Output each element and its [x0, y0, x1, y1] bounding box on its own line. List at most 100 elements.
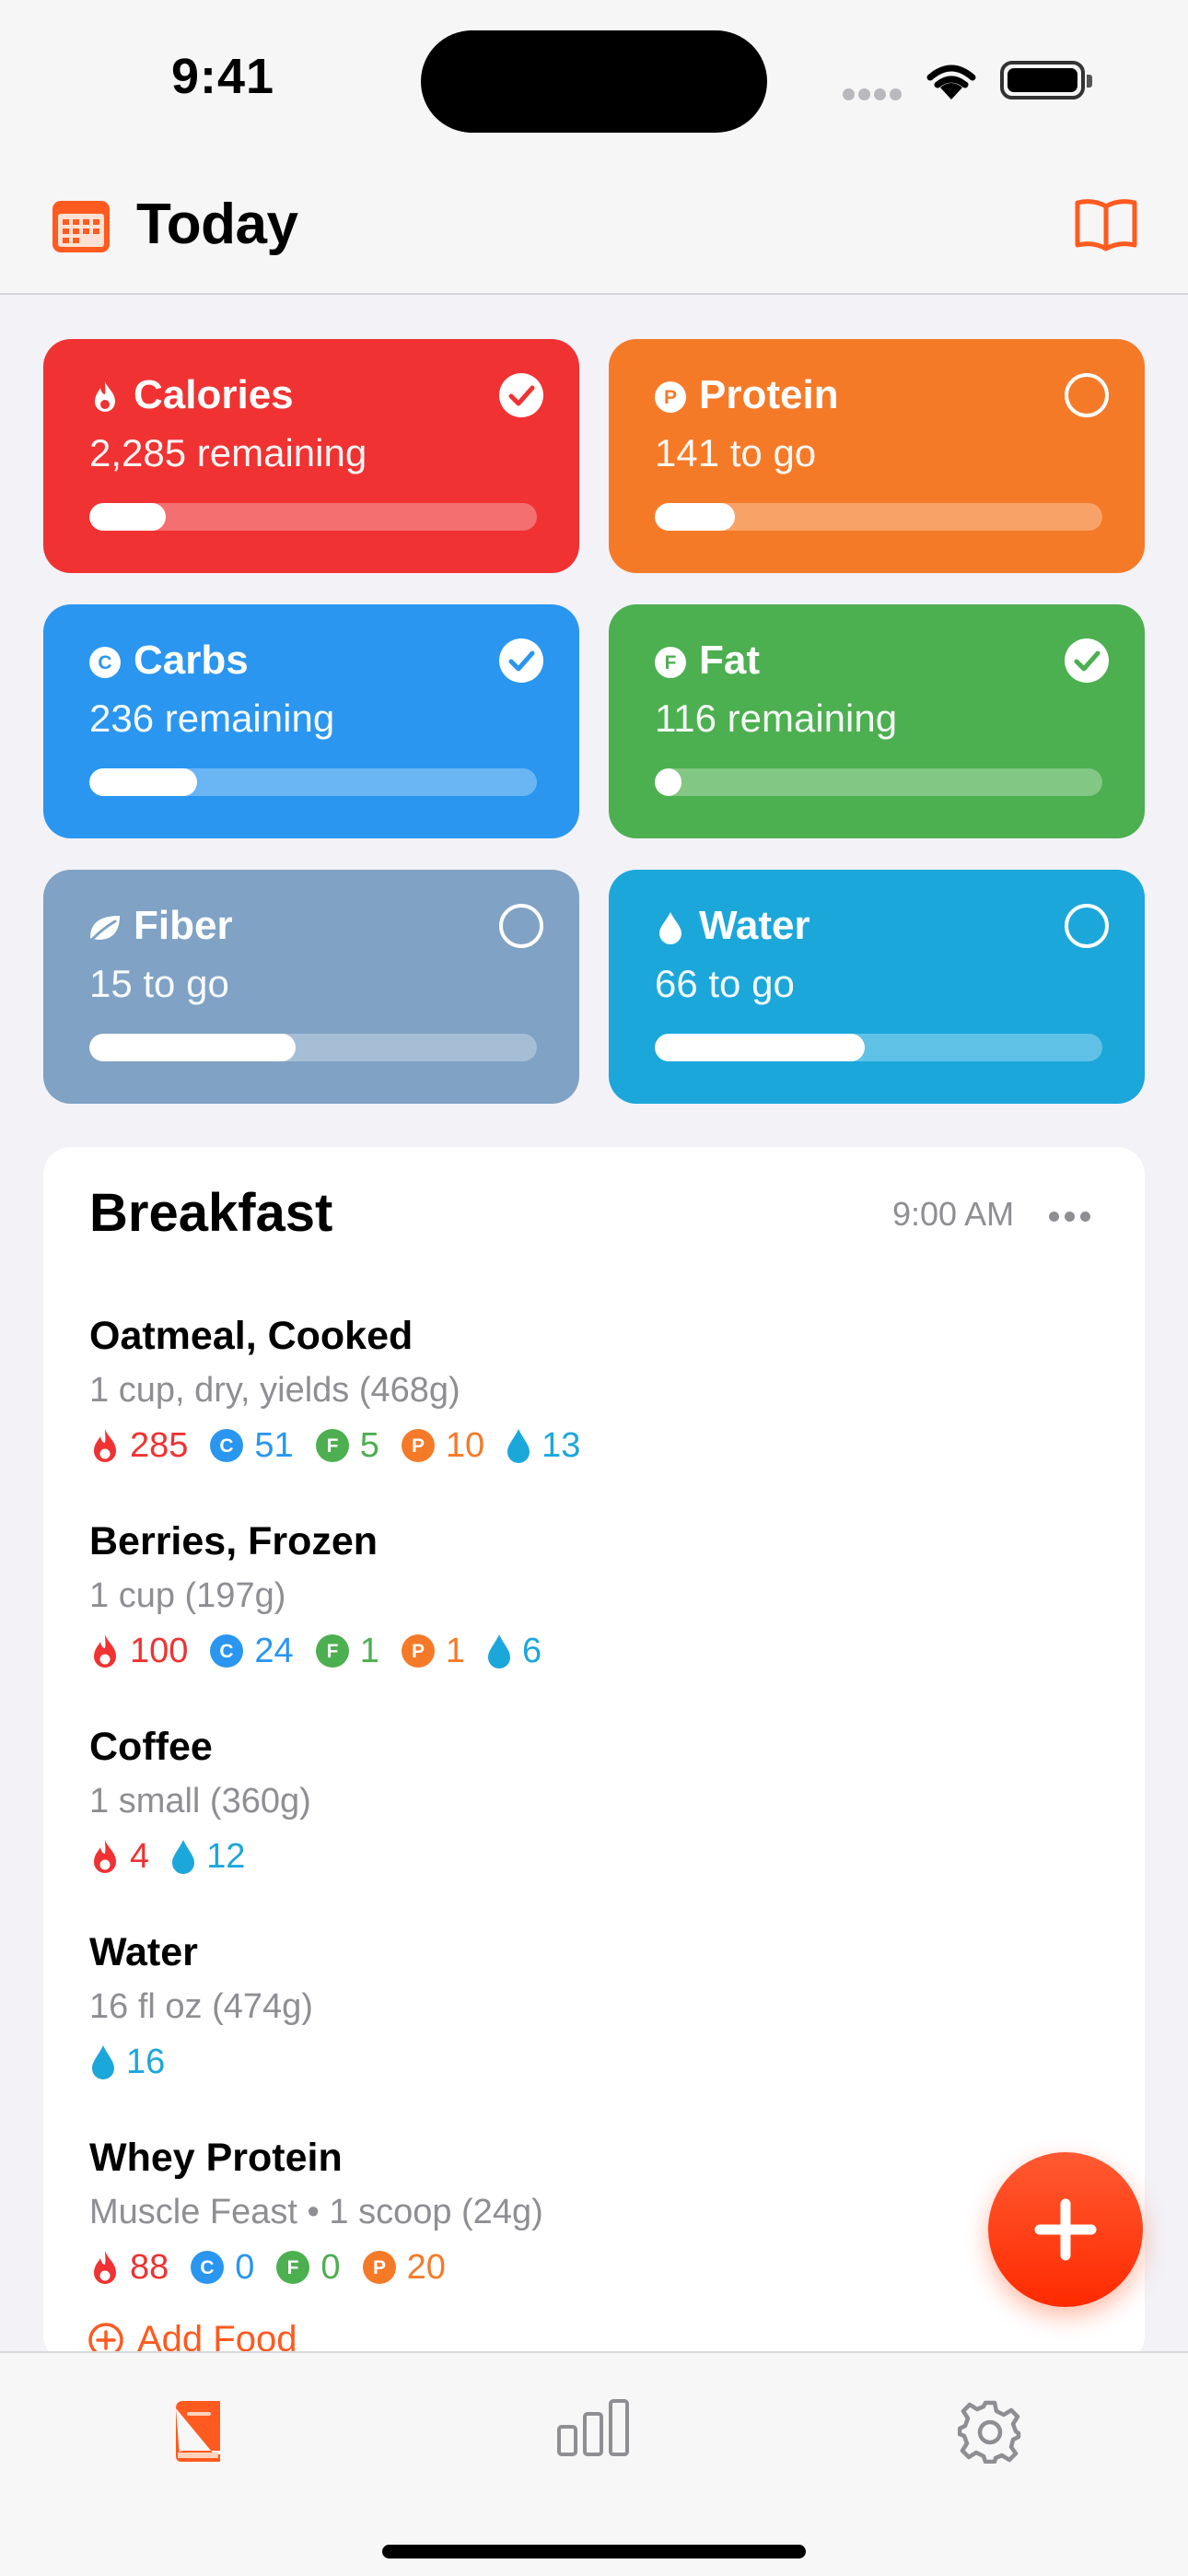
fat-badge-icon: F [315, 1429, 349, 1462]
cellular-signal-icon [843, 88, 907, 100]
progress-fill [655, 503, 736, 531]
tab-gear-icon[interactable] [958, 2399, 1022, 2464]
nutrient-protein: P1 [400, 1632, 465, 1671]
fat-badge-icon: F [315, 1634, 349, 1668]
nutrient-fat: F1 [314, 1632, 379, 1671]
calendar-icon[interactable] [51, 197, 111, 254]
nutrient-fat: F0 [274, 2247, 341, 2288]
food-serving: 1 cup (197g) [89, 1576, 286, 1615]
food-name: Water [89, 1930, 198, 1974]
meal-time[interactable]: 9:00 AM [892, 1195, 1014, 1234]
nutrient-value: 100 [130, 1631, 189, 1670]
nutrient-water: 6 [485, 1632, 542, 1671]
food-serving: 1 cup, dry, yields (468g) [89, 1371, 460, 1410]
book-icon[interactable] [1073, 197, 1139, 252]
tile-label: Calories [134, 372, 294, 417]
water-drop-icon [172, 1840, 195, 1874]
progress-fill [655, 1034, 866, 1061]
checkmark-circle-icon[interactable] [498, 372, 544, 418]
fat-badge-icon: F [655, 647, 686, 678]
svg-text:F: F [287, 2257, 299, 2278]
nutrient-value: 285 [130, 1425, 189, 1465]
flame-icon [94, 2251, 116, 2284]
food-item[interactable]: Water 16 fl oz (474g) 16 [89, 1926, 1102, 2090]
nutrient-water: 13 [505, 1426, 580, 1466]
nutrient-row: 88 C 0 F 0 P 20 [89, 2240, 1102, 2295]
plus-icon [1034, 2198, 1097, 2261]
tab-journal-book-icon[interactable] [169, 2399, 226, 2464]
nutrient-carbs: C 51 [208, 1425, 294, 1466]
battery-icon [1000, 61, 1092, 100]
water-drop-icon [487, 1634, 510, 1669]
flame-icon [94, 1634, 116, 1668]
tile-water[interactable]: Water 66 to go [609, 870, 1145, 1104]
nutrient-value: 4 [130, 1836, 150, 1876]
nutrient-water: 16 [89, 2043, 165, 2082]
tile-label: Carbs [134, 638, 249, 683]
nutrient-value: 1 [359, 1631, 379, 1670]
nutrient-value: 51 [254, 1425, 294, 1465]
tile-fiber[interactable]: Fiber 15 to go [43, 870, 579, 1104]
food-item[interactable]: Coffee 1 small (360g) 4 12 [89, 1720, 1102, 1884]
tab-bar [0, 2351, 1188, 2576]
food-name: Berries, Frozen [89, 1519, 379, 1563]
svg-text:C: C [98, 652, 111, 673]
tile-label: Fiber [134, 903, 233, 948]
tile-protein[interactable]: P Protein 141 to go [609, 339, 1145, 573]
progress-bar [89, 1034, 537, 1061]
home-indicator [382, 2545, 806, 2558]
tile-label: Fat [699, 638, 760, 683]
food-item[interactable]: Berries, Frozen 1 cup (197g) 100 C 24 F 1 P 1 6 [89, 1515, 1102, 1679]
progress-fill [655, 768, 682, 796]
food-serving: 1 small (360g) [89, 1782, 311, 1821]
nutrient-value: 10 [445, 1425, 485, 1465]
svg-text:P: P [412, 1641, 425, 1662]
nutrient-value: 0 [320, 2247, 341, 2287]
checkmark-circle-icon[interactable] [1064, 638, 1110, 684]
checkmark-circle-icon[interactable] [498, 638, 544, 684]
empty-circle-icon[interactable] [498, 903, 544, 949]
nutrient-value: 5 [359, 1425, 379, 1465]
nutrient-calories: 100 [89, 1632, 188, 1671]
nutrient-calories: 4 [89, 1837, 149, 1877]
nutrient-carbs: C0 [189, 2248, 254, 2288]
nutrient-row: 100 C 24 F 1 P 1 6 [89, 1623, 1102, 1679]
food-serving: 16 fl oz (474g) [89, 1987, 313, 2026]
nutrient-value: 1 [445, 1631, 465, 1670]
empty-circle-icon[interactable] [1064, 903, 1110, 949]
flame-icon [94, 1840, 116, 1873]
tile-carbs[interactable]: C Carbs 236 remaining [43, 604, 579, 838]
empty-circle-icon[interactable] [1064, 372, 1110, 418]
more-options-icon[interactable] [1049, 1210, 1096, 1226]
status-bar: 9:41 [0, 0, 1188, 157]
nutrient-fat: F5 [314, 1426, 379, 1466]
food-serving: Muscle Feast • 1 scoop (24g) [89, 2193, 543, 2231]
progress-bar [655, 768, 1102, 796]
nutrient-calories: 285 [89, 1426, 188, 1466]
progress-fill [89, 503, 166, 531]
carbs-badge-icon: C [89, 647, 121, 678]
status-time: 9:41 [171, 49, 275, 104]
tab-bar-chart-icon[interactable] [555, 2399, 631, 2456]
food-item[interactable]: Whey Protein Muscle Feast • 1 scoop (24g)… [89, 2131, 1102, 2295]
leaf-icon [89, 916, 120, 943]
tile-subtitle: 141 to go [655, 431, 817, 474]
nutrient-water: 12 [169, 1837, 245, 1877]
food-item[interactable]: Oatmeal, Cooked 1 cup, dry, yields (468g)… [89, 1309, 1102, 1473]
tile-label: Water [699, 903, 810, 948]
protein-badge-icon: P [362, 2251, 396, 2284]
nutrient-value: 16 [126, 2042, 166, 2081]
nutrient-row: 4 12 [89, 1829, 1102, 1884]
carbs-badge-icon: C [210, 1429, 244, 1462]
add-entry-button[interactable] [988, 2152, 1143, 2307]
svg-text:C: C [220, 1641, 234, 1662]
progress-bar [89, 503, 537, 531]
carbs-badge-icon: C [191, 2251, 225, 2284]
tile-calories[interactable]: Calories 2,285 remaining [43, 339, 579, 573]
nutrient-row: 16 [89, 2034, 1102, 2090]
tile-fat[interactable]: F Fat 116 remaining [609, 604, 1145, 838]
nutrient-protein: P 20 [361, 2248, 446, 2288]
tile-subtitle: 236 remaining [89, 697, 335, 740]
nutrient-row: 285 C 51 F 5 P 10 13 [89, 1418, 1102, 1473]
water-drop-icon [92, 2045, 114, 2079]
